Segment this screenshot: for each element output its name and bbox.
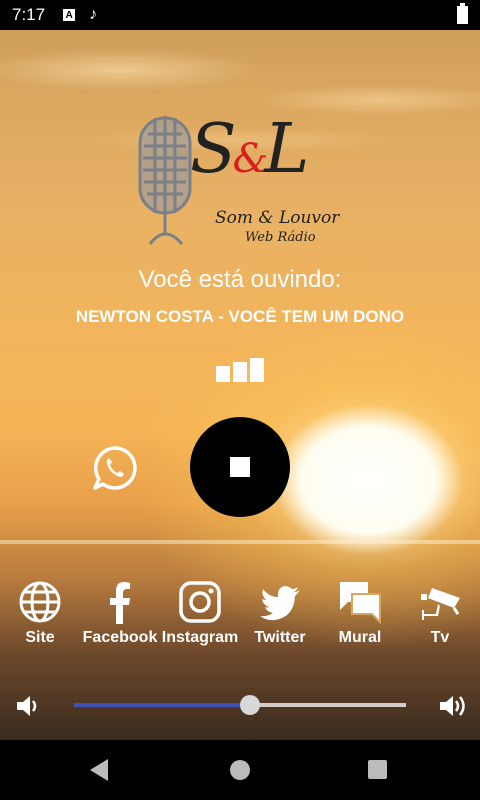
recent-apps-icon[interactable] xyxy=(368,760,387,779)
logo-subtitle: Web Rádio xyxy=(245,230,316,245)
volume-high-icon[interactable] xyxy=(438,692,468,720)
horizon-line xyxy=(0,540,480,544)
nav-instagram[interactable]: Instagram xyxy=(160,580,240,647)
logo-name: Som & Louvor xyxy=(215,208,340,228)
track-title: NEWTON COSTA - VOCÊ TEM UM DONO xyxy=(75,307,405,326)
volume-control xyxy=(0,686,480,724)
nav-twitter[interactable]: Twitter xyxy=(240,580,320,647)
station-logo: S&L Som & Louvor Web Rádio xyxy=(130,110,355,260)
cctv-icon xyxy=(421,588,460,620)
nav-twitter-label: Twitter xyxy=(254,629,306,646)
facebook-icon xyxy=(110,582,130,624)
whatsapp-icon[interactable] xyxy=(92,445,138,491)
stop-icon xyxy=(230,457,250,477)
nav-instagram-label: Instagram xyxy=(161,629,239,646)
now-playing-label: Você está ouvindo: xyxy=(138,266,342,293)
nav-facebook-label: Facebook xyxy=(82,629,158,646)
volume-low-icon[interactable] xyxy=(14,692,42,720)
nav-mural-label: Mural xyxy=(338,629,382,646)
social-nav: Site Facebook Instagram Twitter Mural Tv xyxy=(0,580,480,650)
instagram-icon xyxy=(179,581,221,623)
nav-site-label: Site xyxy=(25,629,55,646)
equalizer-icon xyxy=(216,358,266,382)
volume-slider-thumb[interactable] xyxy=(239,695,260,715)
system-navigation-bar xyxy=(0,740,480,800)
music-note-icon: ♪ xyxy=(89,6,98,23)
back-icon[interactable] xyxy=(90,759,108,781)
nav-tv-label: Tv xyxy=(430,629,450,646)
status-time: 7:17 xyxy=(12,5,46,24)
volume-slider[interactable] xyxy=(74,695,406,715)
status-bar: 7:17 A ♪ xyxy=(0,0,480,30)
volume-slider-fill xyxy=(74,703,250,707)
twitter-icon xyxy=(260,586,300,621)
logo-initials: S&L xyxy=(190,110,309,189)
globe-icon xyxy=(19,581,61,623)
nav-facebook[interactable]: Facebook xyxy=(80,580,160,647)
battery-icon xyxy=(457,3,468,24)
stop-button[interactable] xyxy=(190,417,290,517)
nav-tv[interactable]: Tv xyxy=(400,580,480,647)
notification-a-icon: A xyxy=(63,9,76,21)
nav-site[interactable]: Site xyxy=(0,580,80,647)
nav-mural[interactable]: Mural xyxy=(320,580,400,647)
home-icon[interactable] xyxy=(230,760,250,780)
chat-bubbles-icon xyxy=(340,582,381,624)
